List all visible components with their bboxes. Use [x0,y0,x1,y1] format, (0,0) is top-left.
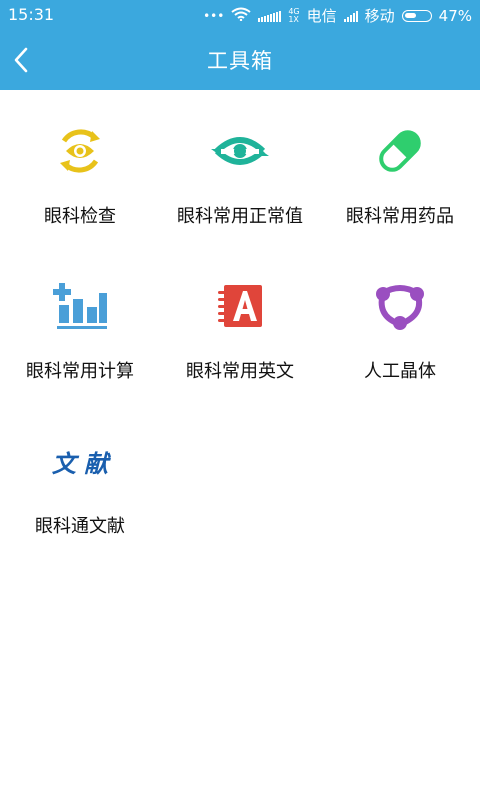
pill-icon [370,124,430,178]
app-bar: 工具箱 [0,30,480,90]
page-title: 工具箱 [207,49,273,73]
signal-icon-1 [258,10,282,22]
tool-label: 眼科常用计算 [26,361,134,382]
carrier-2: 移动 [364,7,395,25]
calculation-chart-icon [50,279,110,333]
tool-label: 眼科常用正常值 [177,206,303,227]
battery-percent: 47% [438,6,472,25]
intraocular-lens-icon [370,279,430,333]
network-type-bottom: 1X [288,14,299,24]
carrier-1: 电信 [306,7,337,25]
notification-dots: ••• [203,8,225,23]
status-bar: 15:31 ••• 4G 1X 电信 移动 47% [0,0,480,30]
signal-icon-2 [343,10,358,22]
tool-label: 眼科常用药品 [346,206,454,227]
status-time: 15:31 [8,5,55,24]
english-book-icon [210,279,270,333]
tool-label: 眼科通文献 [35,516,125,537]
status-indicators: ••• 4G 1X 电信 移动 47% [203,5,472,26]
tool-label: 眼科常用英文 [186,361,294,382]
tool-common-english[interactable]: 眼科常用英文 [160,245,320,400]
network-type: 4G 1X [288,7,299,24]
tool-common-drugs[interactable]: 眼科常用药品 [320,90,480,245]
tool-eye-check[interactable]: 眼科检查 [0,90,160,245]
literature-icon-text: 文 献 [51,449,109,478]
tool-common-calculation[interactable]: 眼科常用计算 [0,245,160,400]
tool-label: 人工晶体 [364,361,436,382]
eye-check-icon [50,124,110,178]
wifi-icon [231,7,251,25]
eye-normal-value-icon [210,124,270,178]
tool-literature[interactable]: 文 献 眼科通文献 [0,400,160,555]
tool-eye-normal-value[interactable]: 眼科常用正常值 [160,90,320,245]
tool-intraocular-lens[interactable]: 人工晶体 [320,245,480,400]
tool-label: 眼科检查 [44,206,116,227]
battery-icon [401,9,432,22]
literature-icon: 文 献 [50,434,110,488]
